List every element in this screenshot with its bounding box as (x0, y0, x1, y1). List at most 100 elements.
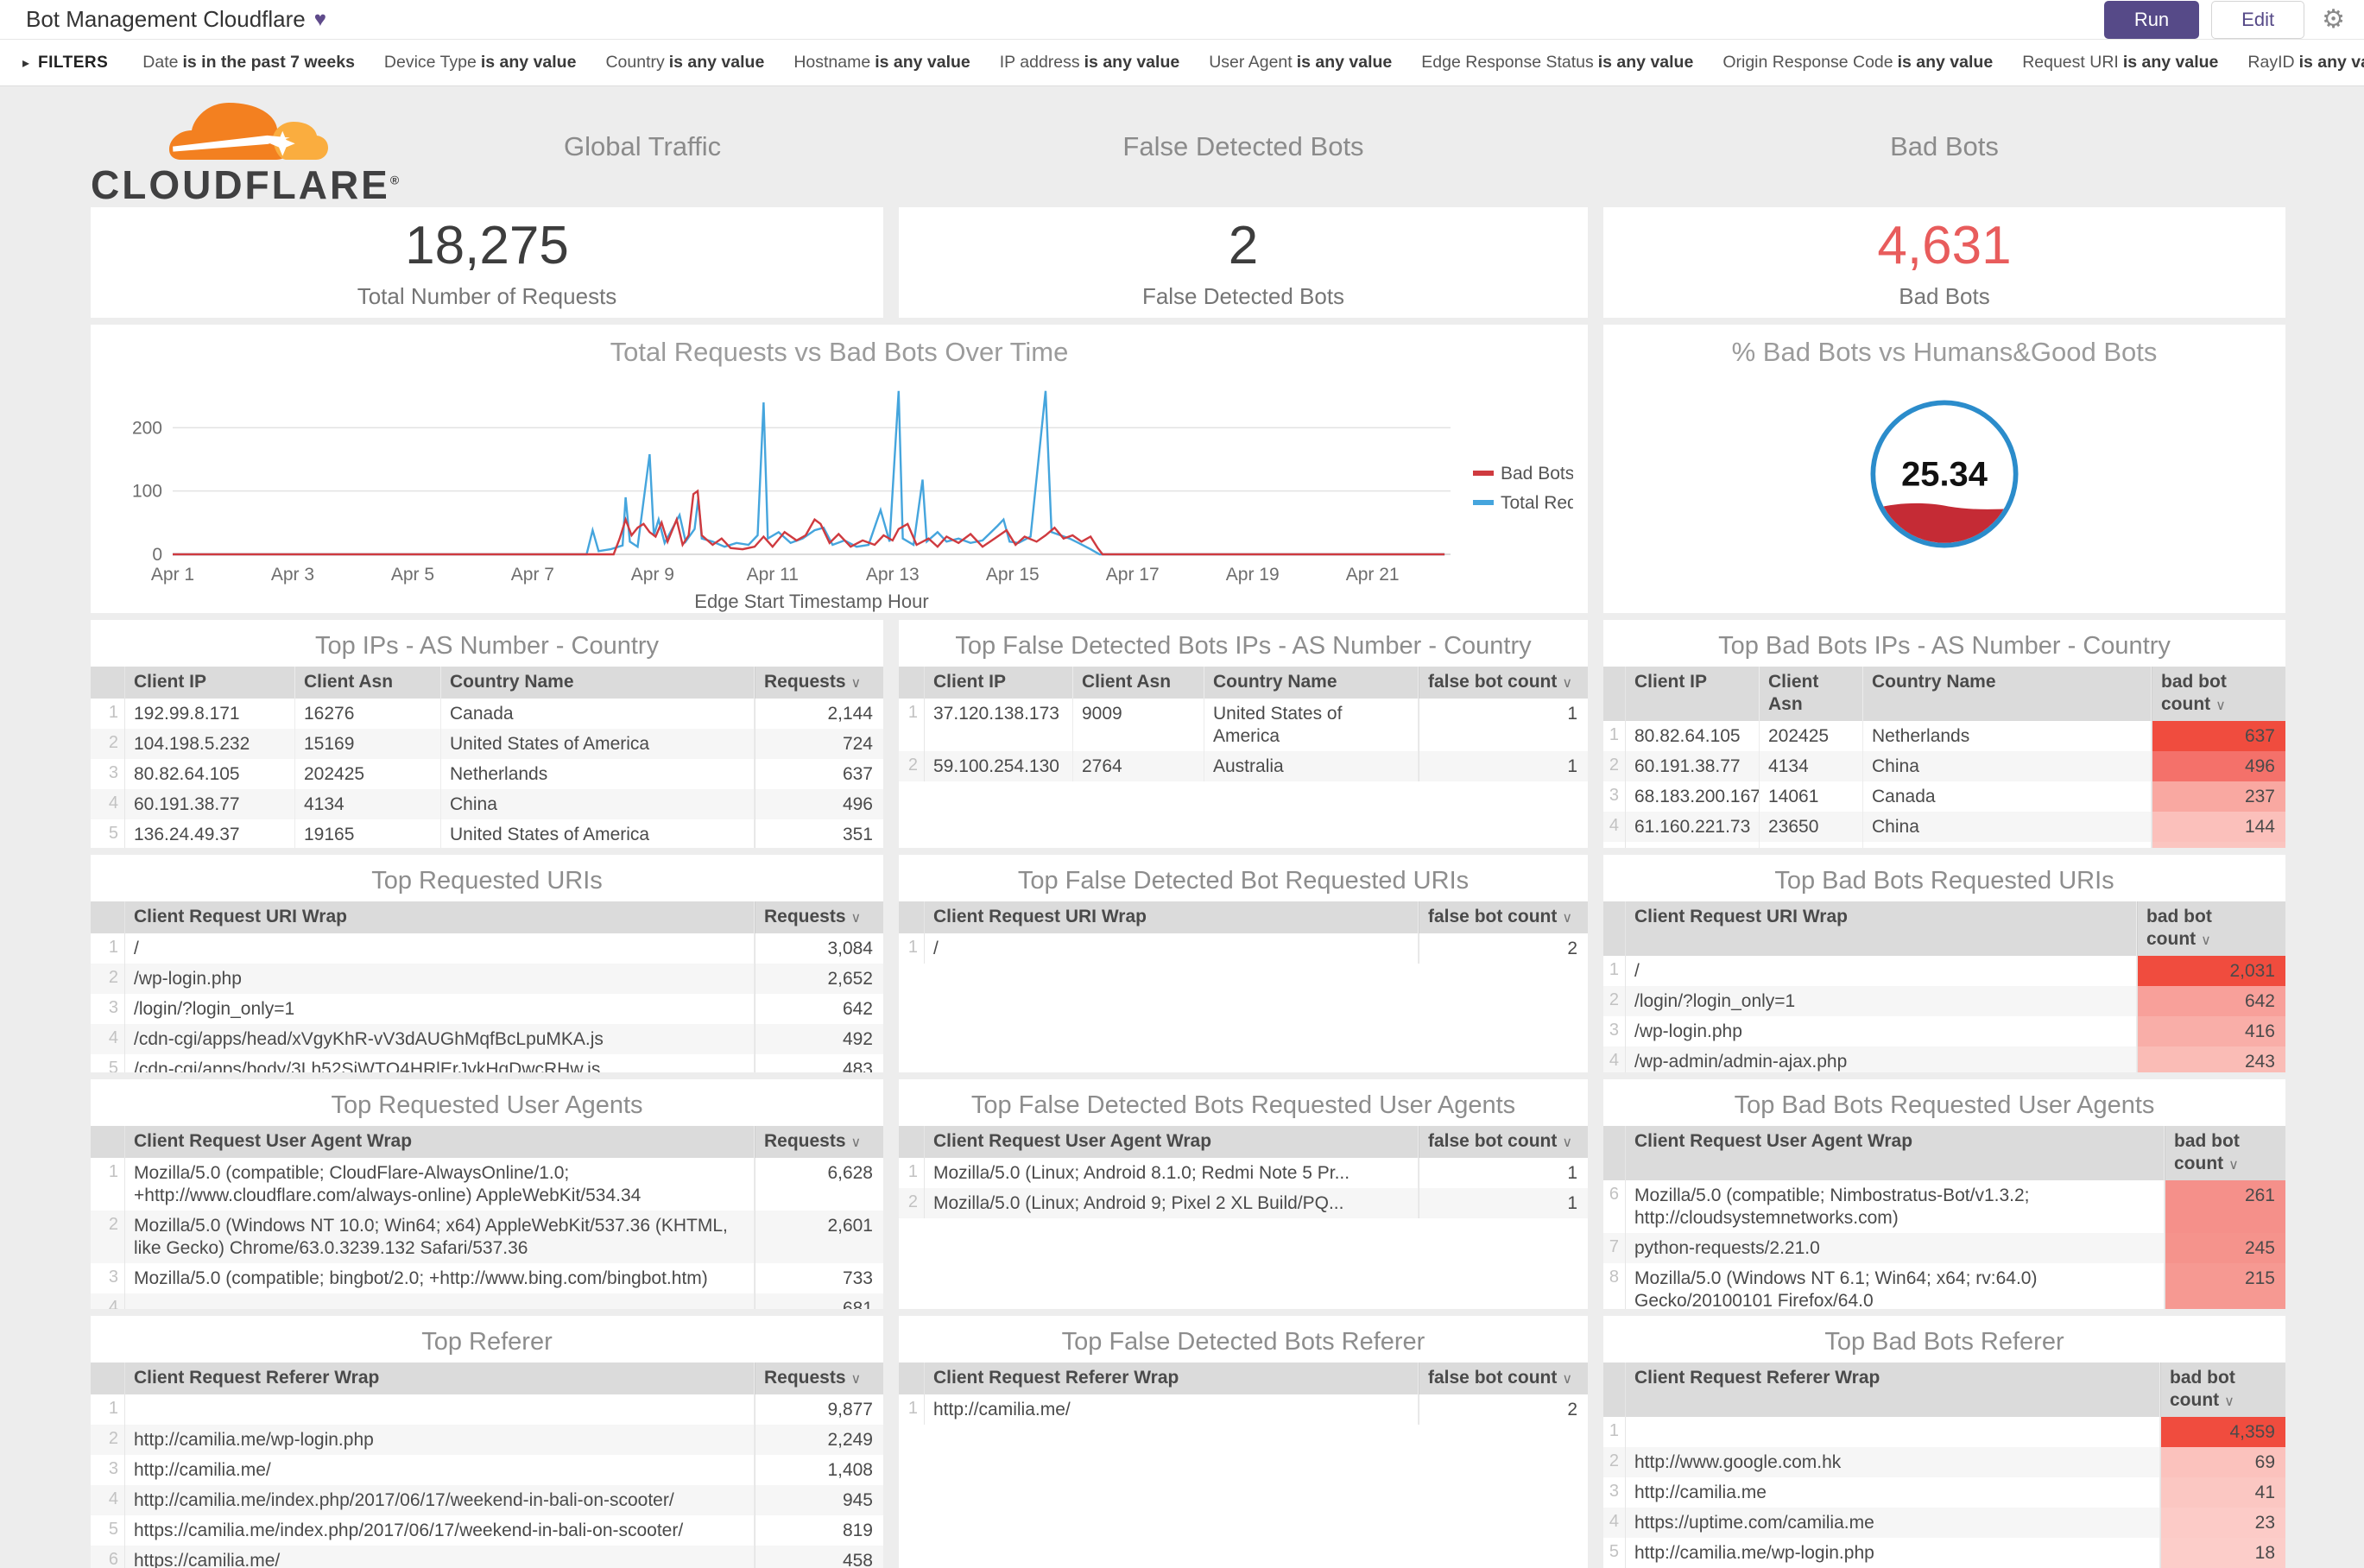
filter-condition: is any value (2298, 53, 2364, 72)
column-header-sortable[interactable]: bad bot count ∨ (2160, 1363, 2285, 1417)
filter-item[interactable]: RayIDis any value (2247, 53, 2364, 72)
table-cell: Mozilla/5.0 (compatible; CloudFlare-Alwa… (125, 1158, 755, 1211)
edit-button[interactable]: Edit (2211, 0, 2305, 39)
column-header-sortable[interactable]: false bot count ∨ (1419, 901, 1588, 933)
table-row: 5 http://camilia.me/wp-login.php 18 (1603, 1538, 2285, 1568)
filter-item[interactable]: Origin Response Code is any value (1722, 53, 1993, 72)
column-header: Country Name (1863, 667, 2152, 721)
x-tick-label: Apr 9 (631, 565, 674, 585)
filter-item[interactable]: Device Type is any value (384, 53, 577, 72)
table-cell: python-requests/2.21.0 (1626, 1233, 2165, 1263)
filter-item[interactable]: Request URI is any value (2022, 53, 2218, 72)
filter-item[interactable]: IP address is any value (1000, 53, 1179, 72)
table-card-top-bad-bot-referer: Top Bad Bots Referer Client Request Refer… (1603, 1316, 2285, 1568)
table-row: 4/cdn-cgi/apps/head/xVgyKhR-vV3dAUGhMqfB… (91, 1024, 883, 1054)
run-button[interactable]: Run (2103, 0, 2200, 39)
table-cell: 202425 (1760, 721, 1863, 751)
sort-desc-icon[interactable]: ∨ (2201, 933, 2211, 948)
count-cell: 261 (2165, 1180, 2285, 1233)
column-header-sortable[interactable]: Requests ∨ (755, 667, 883, 699)
sort-desc-icon[interactable]: ∨ (1562, 1135, 1572, 1150)
row-number: 1 (91, 933, 125, 964)
table-cell: 60.191.38.77 (1626, 751, 1760, 781)
row-number: 3 (91, 759, 125, 789)
line-chart[interactable]: 0 100 200 Apr 1 Apr 3 Apr 5 Apr 7 Apr 9 Apr 11 Ap… (91, 371, 1588, 613)
sort-desc-icon[interactable]: ∨ (1562, 1372, 1572, 1387)
table-row: 1 37.120.138.173 9009 United States of Amer… (899, 699, 1588, 751)
row-number: 4 (91, 1024, 125, 1054)
filter-item[interactable]: User Agent is any value (1209, 53, 1392, 72)
sort-desc-icon[interactable]: ∨ (1562, 911, 1572, 926)
table-cell: Mozilla/5.0 (Windows NT 10.0; Win64; x64… (125, 1211, 755, 1263)
metric-label: False Detected Bots (1141, 283, 1345, 309)
table-cell: /wp-login.php (1626, 1016, 2137, 1046)
table-title: Top Bad Bots Requested URIs (1774, 867, 2114, 895)
column-header-sortable[interactable]: bad bot count ∨ (2152, 667, 2285, 721)
table-row: 5 (1603, 842, 2285, 848)
row-number: 2 (1603, 1447, 1626, 1477)
row-number: 2 (899, 1188, 925, 1218)
sort-desc-icon[interactable]: ∨ (851, 911, 862, 926)
metric-value: 4,631 (1877, 216, 2012, 275)
column-header-sortable[interactable]: false bot count ∨ (1419, 667, 1588, 699)
table-card-top-bad-bot-ips: Top Bad Bots IPs - AS Number - Country Cl… (1603, 620, 2285, 848)
filter-item[interactable]: Date is in the past 7 weeks (142, 53, 355, 72)
column-header (1603, 667, 1626, 721)
filters-expand-icon[interactable]: ▸ (22, 54, 29, 72)
table-row: 1 192.99.8.171 16276 Canada 2,144 (91, 699, 883, 729)
column-header (91, 1363, 125, 1394)
table-title: Top Bad Bots IPs - AS Number - Country (1718, 632, 2171, 660)
row-number: 3 (91, 1263, 125, 1293)
sort-desc-icon[interactable]: ∨ (2228, 1158, 2239, 1173)
sort-desc-icon[interactable]: ∨ (851, 1135, 862, 1150)
filter-item[interactable]: Hostname is any value (793, 53, 970, 72)
table-cell: 60.191.38.77 (125, 789, 295, 819)
column-header-sortable[interactable]: Requests ∨ (755, 901, 883, 933)
filter-item[interactable]: Edge Response Status is any value (1421, 53, 1693, 72)
table-header-row: Client Request Referer Wrap Requests ∨ (91, 1363, 883, 1394)
table-row: 5 136.24.49.37 19165 United States of Ameri… (91, 819, 883, 848)
column-header-sortable[interactable]: Requests ∨ (755, 1126, 883, 1158)
table-row: 3 80.82.64.105 202425 Netherlands 637 (91, 759, 883, 789)
row-number: 2 (91, 1211, 125, 1263)
top-bar: Bot Management Cloudflare ♥ Run Edit ⚙ (0, 0, 2364, 40)
table-row: 5 https://camilia.me/index.php/2017/06/17… (91, 1515, 883, 1546)
sort-desc-icon[interactable]: ∨ (1562, 676, 1572, 691)
column-header: Country Name (441, 667, 755, 699)
filters-label[interactable]: FILTERS (38, 54, 108, 73)
row-number: 1 (899, 699, 925, 751)
table-cell: 19165 (295, 819, 441, 848)
column-header-sortable[interactable]: bad bot count ∨ (2165, 1126, 2285, 1180)
table-cell: http://camilia.me/ (125, 1455, 755, 1485)
sort-desc-icon[interactable]: ∨ (851, 676, 862, 691)
sort-desc-icon[interactable]: ∨ (851, 1372, 862, 1387)
cloudflare-cloud-icon (169, 103, 329, 160)
settings-gear-icon[interactable]: ⚙ (2322, 4, 2345, 35)
section-title-bad-bots: Bad Bots (1890, 131, 1999, 161)
table-cell: Netherlands (441, 759, 755, 789)
table-cell: 80.82.64.105 (1626, 721, 1760, 751)
x-tick-label: Apr 17 (1106, 565, 1160, 585)
count-cell: 9,877 (755, 1394, 883, 1425)
table-row: 2 http://www.google.com.hk 69 (1603, 1447, 2285, 1477)
sort-desc-icon[interactable]: ∨ (2215, 699, 2226, 713)
column-header-sortable[interactable]: Requests ∨ (755, 1363, 883, 1394)
sort-desc-icon[interactable]: ∨ (2224, 1394, 2234, 1409)
count-cell: 1 (1419, 1158, 1588, 1188)
row-number: 1 (1603, 1417, 1626, 1447)
gauge[interactable]: 25.34 (1603, 392, 2285, 560)
table-row: 2 59.100.254.130 2764 Australia 1 (899, 751, 1588, 781)
column-header-sortable[interactable]: false bot count ∨ (1419, 1126, 1588, 1158)
column-header: Client IP (125, 667, 295, 699)
dashboard-title: Bot Management Cloudflare ♥ (26, 6, 326, 33)
table-cell: Canada (441, 699, 755, 729)
table-row: 7 python-requests/2.21.0 245 (1603, 1233, 2285, 1263)
table-cell: 202425 (295, 759, 441, 789)
count-cell: 2,031 (2137, 956, 2285, 986)
filter-field: Hostname (793, 53, 871, 72)
table-cell: / (125, 933, 755, 964)
column-header-sortable[interactable]: bad bot count ∨ (2137, 901, 2285, 956)
table-cell: /cdn-cgi/apps/body/3Lh52SjWTQ4HRlErJykHq… (125, 1054, 755, 1072)
column-header-sortable[interactable]: false bot count ∨ (1419, 1363, 1588, 1394)
filter-item[interactable]: Country is any value (605, 53, 764, 72)
